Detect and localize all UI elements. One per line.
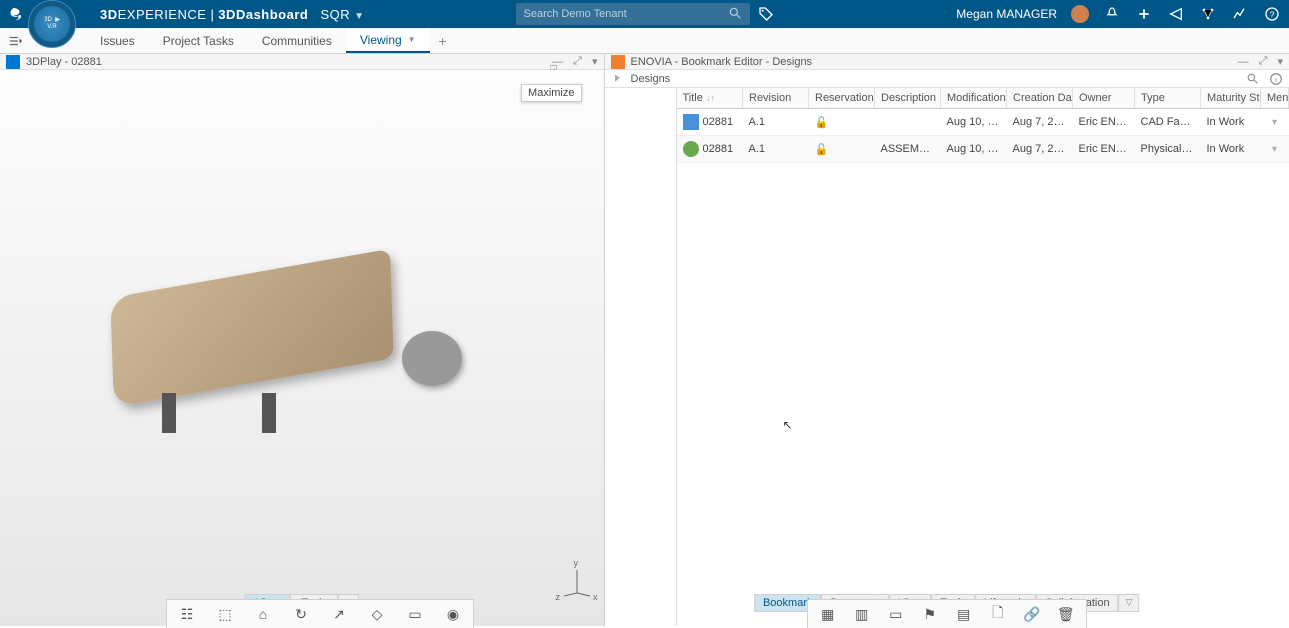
brand-title: 3DEXPERIENCE | 3DDashboard SQR▼ — [100, 7, 365, 22]
col-menu[interactable]: Menu — [1261, 88, 1289, 109]
breadcrumb-bar: Designs i — [605, 70, 1289, 88]
col-type[interactable]: Type — [1135, 88, 1201, 109]
tree-icon[interactable]: ☷ — [177, 604, 197, 624]
maximize-tooltip: Maximize — [521, 84, 581, 102]
panel-header-enovia: ENOVIA - Bookmark Editor - Designs — ⤢ ▾ — [605, 54, 1289, 70]
svg-text:?: ? — [1270, 9, 1275, 19]
refresh-icon[interactable]: ↻ — [291, 604, 311, 624]
search-input[interactable] — [516, 3, 750, 25]
maximize-icon[interactable]: ⤢ — [573, 55, 582, 68]
3d-viewport[interactable]: z View Tools ▽ ☷ ⬚ ⌂ ↻ ↗ ◇ ▭ ◉ — [0, 70, 604, 626]
panel-title: ENOVIA - Bookmark Editor - Designs — [631, 56, 813, 68]
breadcrumb-back-icon[interactable] — [611, 72, 625, 86]
col-reservation[interactable]: Reservation — [809, 88, 875, 109]
col-owner[interactable]: Owner — [1073, 88, 1135, 109]
axis-gizmo-icon[interactable]: z — [562, 568, 592, 598]
panel-header-3dplay: 3DPlay - 02881 — ⤢ ▾ — [0, 54, 604, 70]
lock-open-icon: 🔓 — [815, 144, 829, 156]
tenant-selector[interactable]: SQR▼ — [320, 7, 364, 22]
tag-icon[interactable] — [758, 6, 774, 22]
minimize-icon[interactable]: — — [1238, 56, 1249, 68]
row-menu-icon[interactable]: ▾ — [1261, 136, 1289, 163]
cube-icon[interactable]: ◇ — [367, 604, 387, 624]
home-icon[interactable]: ⌂ — [253, 604, 273, 624]
table-row[interactable]: 02881 A.1 🔓 Aug 10, 2020, ... Aug 7, 202… — [677, 109, 1289, 136]
topbar-right: Megan MANAGER ? — [956, 5, 1281, 23]
layout1-icon[interactable]: ▦ — [818, 604, 838, 624]
enovia-app-icon — [611, 55, 625, 69]
enovia-toolbar: ▦ ▥ ▭ ⚑ ▤ 🗋 🔗 🗑 — [807, 599, 1087, 628]
panel-menu-icon[interactable]: ▾ — [1277, 55, 1283, 68]
panel-3dplay: 3DPlay - 02881 — ⤢ ▾ ☟ Maximize z View — [0, 54, 605, 626]
panel-menu-icon[interactable]: ▾ — [592, 55, 598, 68]
share-icon[interactable] — [1167, 5, 1185, 23]
col-revision[interactable]: Revision — [743, 88, 809, 109]
user-name[interactable]: Megan MANAGER — [956, 7, 1057, 21]
network-icon[interactable] — [1199, 5, 1217, 23]
ds-logo-icon — [8, 4, 28, 24]
etab-caret-icon[interactable]: ▽ — [1119, 594, 1140, 612]
menu-toggle-icon[interactable] — [4, 28, 26, 53]
tab-communities[interactable]: Communities — [248, 28, 346, 53]
breadcrumb-text[interactable]: Designs — [631, 73, 671, 85]
svg-text:i: i — [1275, 74, 1277, 83]
cad-family-icon — [683, 114, 699, 130]
table-icon[interactable]: ▤ — [954, 604, 974, 624]
layout2-icon[interactable]: ▥ — [852, 604, 872, 624]
trend-icon[interactable] — [1231, 5, 1249, 23]
help-icon[interactable]: ? — [1263, 5, 1281, 23]
delete-icon[interactable]: 🗑 — [1056, 604, 1076, 624]
grid-header-row: Title ↓↑ Revision Reservation Descriptio… — [677, 88, 1289, 109]
viewport-toolbar: ☷ ⬚ ⌂ ↻ ↗ ◇ ▭ ◉ — [166, 599, 474, 628]
3dplay-app-icon — [6, 55, 20, 69]
tab-viewing[interactable]: Viewing▼ — [346, 28, 430, 53]
row-menu-icon[interactable]: ▾ — [1261, 109, 1289, 136]
maximize-icon[interactable]: ⤢ — [1259, 55, 1268, 68]
tab-caret-icon[interactable]: ▼ — [408, 35, 416, 44]
info-icon[interactable]: i — [1269, 72, 1283, 86]
find-icon[interactable] — [1246, 72, 1259, 86]
grid-container: Title ↓↑ Revision Reservation Descriptio… — [605, 88, 1289, 626]
compass-icon[interactable]: 3D ▶V.R — [28, 0, 76, 48]
table-row[interactable]: 02881 A.1 🔓 ASSEMBLY, V... Aug 10, 2020,… — [677, 136, 1289, 163]
panels-container: 3DPlay - 02881 — ⤢ ▾ ☟ Maximize z View — [0, 54, 1289, 626]
cursor-icon: ↖ — [783, 418, 793, 432]
fit-icon[interactable]: ⬚ — [215, 604, 235, 624]
section-icon[interactable]: ▭ — [405, 604, 425, 624]
avatar[interactable] — [1071, 5, 1089, 23]
tab-project-tasks[interactable]: Project Tasks — [149, 28, 248, 53]
layout3-icon[interactable]: ▭ — [886, 604, 906, 624]
add-icon[interactable] — [1135, 5, 1153, 23]
col-mod-date[interactable]: Modification D... — [941, 88, 1007, 109]
camera-icon[interactable]: ◉ — [443, 604, 463, 624]
lock-open-icon: 🔓 — [815, 117, 829, 129]
col-creation-date[interactable]: Creation Date — [1007, 88, 1073, 109]
search-container — [516, 3, 774, 25]
search-icon[interactable] — [728, 6, 742, 20]
col-description[interactable]: Description — [875, 88, 941, 109]
physical-product-icon — [683, 141, 699, 157]
add-tab-button[interactable]: + — [430, 28, 456, 53]
measure-icon[interactable]: ↗ — [329, 604, 349, 624]
3d-model[interactable] — [102, 223, 462, 453]
col-title[interactable]: Title ↓↑ — [677, 88, 743, 109]
top-app-bar: 3D ▶V.R 3DEXPERIENCE | 3DDashboard SQR▼ … — [0, 0, 1289, 28]
tree-gutter — [605, 88, 677, 626]
notification-icon[interactable] — [1103, 5, 1121, 23]
tab-issues[interactable]: Issues — [86, 28, 149, 53]
dashboard-tabs: Issues Project Tasks Communities Viewing… — [0, 28, 1289, 54]
flag-icon[interactable]: ⚑ — [920, 604, 940, 624]
panel-title: 3DPlay - 02881 — [26, 56, 102, 68]
col-maturity[interactable]: Maturity State — [1201, 88, 1261, 109]
data-grid: Title ↓↑ Revision Reservation Descriptio… — [677, 88, 1289, 626]
document-icon[interactable]: 🗋 — [988, 604, 1008, 624]
attach-icon[interactable]: 🔗 — [1022, 604, 1042, 624]
panel-enovia: ENOVIA - Bookmark Editor - Designs — ⤢ ▾… — [605, 54, 1289, 626]
